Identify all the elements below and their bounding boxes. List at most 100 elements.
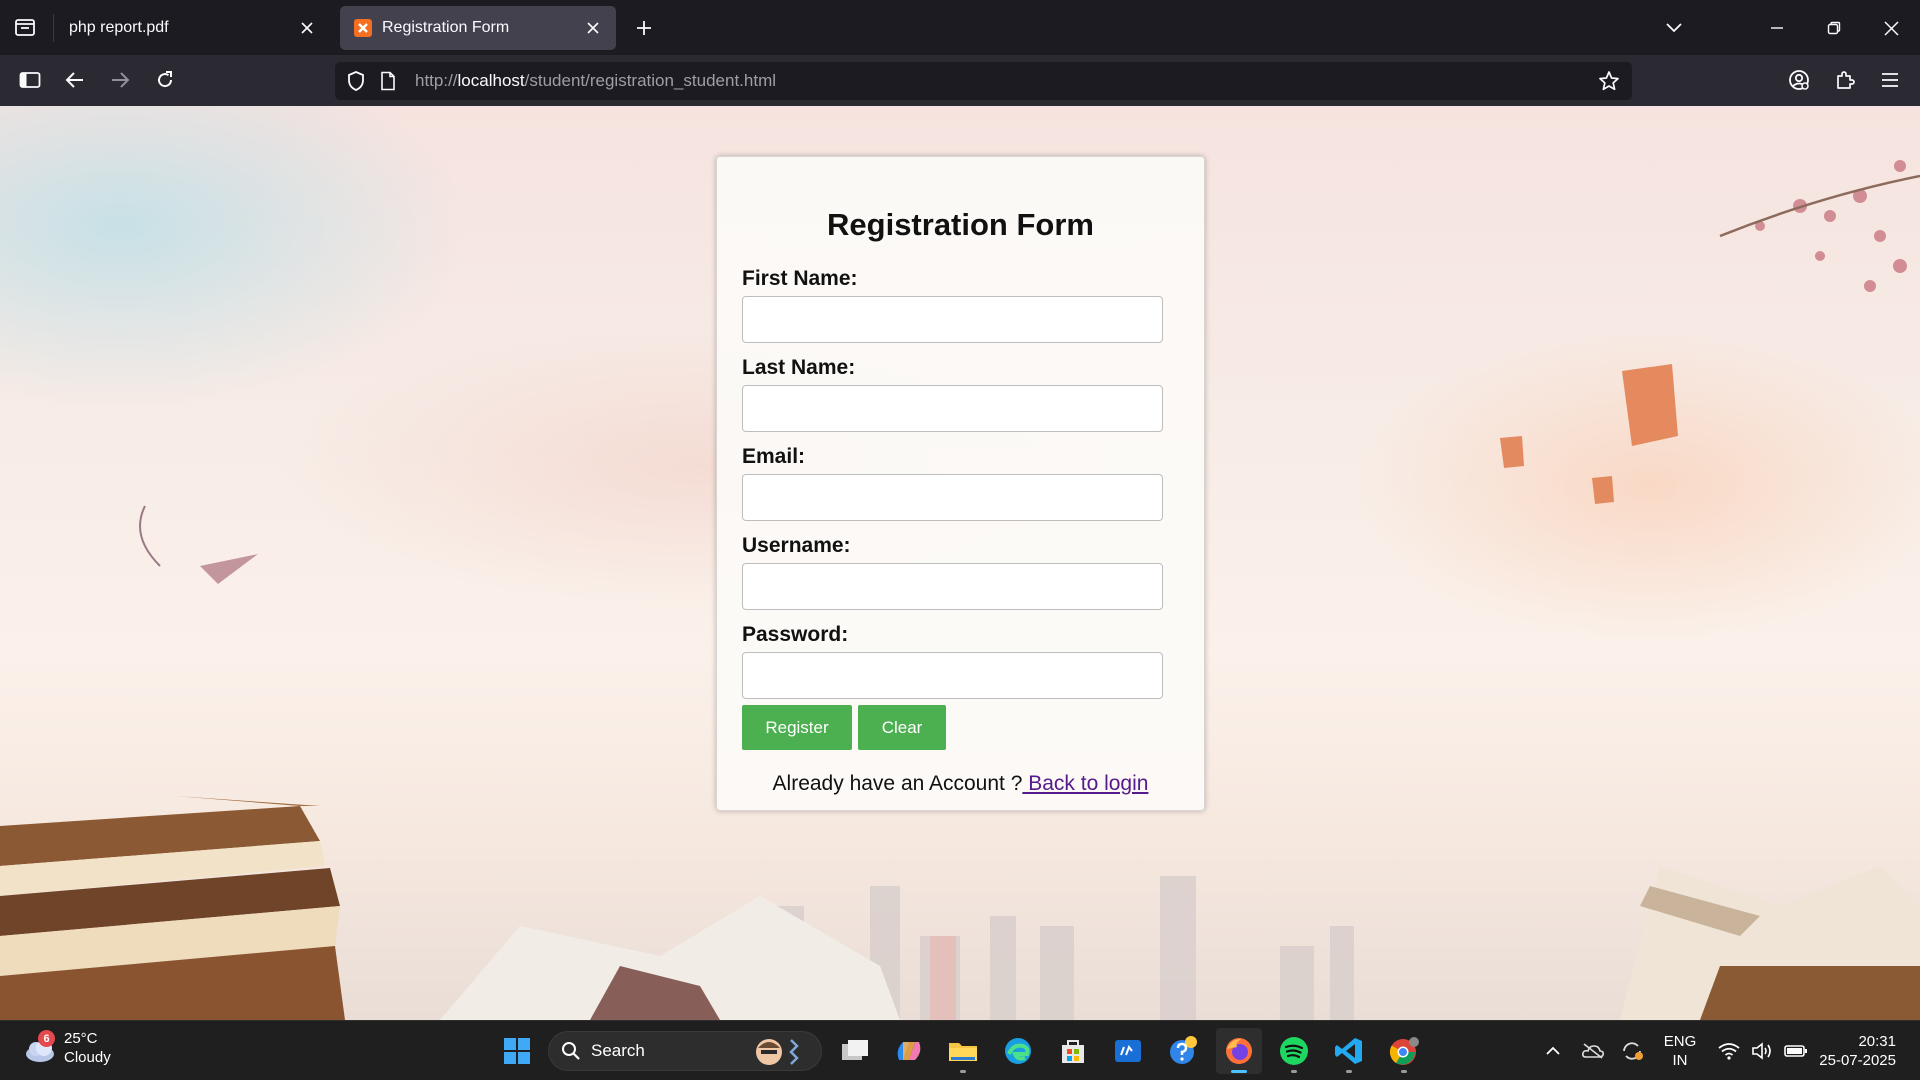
back-to-login-link[interactable]: Back to login [1022, 772, 1148, 795]
extensions-button[interactable] [1827, 62, 1863, 98]
taskbar-copilot[interactable] [886, 1028, 932, 1074]
cloud-offline-icon [1582, 1043, 1604, 1059]
back-button[interactable] [57, 62, 93, 98]
taskbar-task-view[interactable] [832, 1028, 878, 1074]
running-indicator [1401, 1070, 1407, 1073]
close-tab-button[interactable] [582, 17, 604, 39]
volume-icon [1752, 1042, 1771, 1060]
show-hidden-icons-button[interactable] [1538, 1021, 1568, 1080]
email-label: Email: [742, 445, 806, 468]
close-window-button[interactable] [1871, 8, 1911, 48]
start-button[interactable] [494, 1028, 540, 1074]
quick-settings-button[interactable] [1713, 1021, 1813, 1080]
email-input[interactable] [742, 474, 1163, 521]
registration-form-card: Registration Form First Name: Last Name:… [716, 156, 1205, 811]
taskbar-edge[interactable] [995, 1028, 1041, 1074]
hamburger-menu-icon [1882, 73, 1898, 87]
store-icon [1062, 1040, 1084, 1063]
wifi-icon [1718, 1043, 1740, 1060]
cloudy-weather-icon: 6 [22, 1030, 58, 1066]
taskbar-help[interactable] [1160, 1028, 1206, 1074]
url-text[interactable]: http://localhost/student/registration_st… [415, 71, 776, 91]
taskbar-spotify[interactable] [1271, 1028, 1317, 1074]
weather-text: 25°C Cloudy [64, 1029, 111, 1067]
clock-button[interactable]: 20:31 25-07-2025 [1812, 1021, 1912, 1080]
url-host: localhost [457, 71, 525, 90]
sidebar-icon [19, 72, 41, 88]
account-button[interactable] [1781, 62, 1817, 98]
weather-widget[interactable]: 6 25°C Cloudy [22, 1029, 111, 1067]
running-indicator [1231, 1070, 1247, 1073]
windows-taskbar: 6 25°C Cloudy Search ENG IN 20:31 25-07-… [0, 1020, 1920, 1080]
app-menu-button[interactable] [1872, 62, 1908, 98]
search-placeholder: Search [591, 1041, 645, 1060]
taskbar-microsoft-store[interactable] [1050, 1028, 1096, 1074]
reload-button[interactable] [147, 62, 183, 98]
new-tab-button[interactable] [628, 12, 660, 44]
tab-title: Registration Form [382, 19, 510, 36]
firefox-view-button[interactable] [8, 10, 42, 44]
xampp-favicon-icon [354, 19, 372, 37]
puzzle-icon [1837, 71, 1855, 89]
tab-php-report[interactable]: php report.pdf [55, 6, 330, 50]
close-icon [587, 22, 599, 34]
restore-icon [1827, 21, 1841, 35]
tracking-protection-shield-icon[interactable] [341, 66, 371, 96]
weather-condition: Cloudy [64, 1049, 111, 1066]
username-label: Username: [742, 534, 851, 557]
page-info-icon[interactable] [373, 66, 403, 96]
reload-icon [158, 71, 173, 88]
sidebar-button[interactable] [12, 62, 48, 98]
register-button[interactable]: Register [742, 705, 852, 750]
url-path: /student/registration_student.html [524, 71, 777, 90]
chevron-down-icon [1666, 23, 1682, 33]
taskbar-file-explorer[interactable] [940, 1028, 986, 1074]
arrow-right-icon [112, 72, 130, 88]
last-name-label: Last Name: [742, 356, 856, 379]
arrow-left-icon [65, 72, 83, 88]
chrome-icon [1389, 1037, 1419, 1065]
taskbar-hp-app[interactable] [1105, 1028, 1151, 1074]
clock-time: 20:31 [1858, 1033, 1896, 1050]
bookmark-button[interactable] [1594, 66, 1624, 96]
last-name-input[interactable] [742, 385, 1163, 432]
clock-date: 25-07-2025 [1819, 1052, 1896, 1069]
list-all-tabs-button[interactable] [1654, 8, 1694, 48]
page-viewport: Registration Form First Name: Last Name:… [0, 106, 1920, 1020]
taskbar-firefox[interactable] [1216, 1028, 1262, 1074]
navigation-toolbar: http://localhost/student/registration_st… [0, 55, 1920, 106]
restore-button[interactable] [1814, 8, 1854, 48]
onedrive-tray-button[interactable] [1578, 1021, 1608, 1080]
taskbar-vscode[interactable] [1326, 1028, 1372, 1074]
battery-icon [1783, 1045, 1807, 1057]
username-input[interactable] [742, 563, 1163, 610]
language-indicator[interactable]: ENG IN [1656, 1021, 1704, 1080]
tab-registration-form[interactable]: Registration Form [340, 6, 616, 50]
taskbar-chrome[interactable] [1381, 1028, 1427, 1074]
form-buttons: Register Clear [742, 705, 1162, 750]
address-bar[interactable]: http://localhost/student/registration_st… [335, 62, 1632, 100]
search-icon [562, 1042, 580, 1060]
close-icon [301, 22, 313, 34]
chevron-up-icon [1546, 1046, 1560, 1055]
tab-strip: php report.pdf Registration Form [0, 0, 1920, 55]
close-tab-button[interactable] [296, 17, 318, 39]
weather-temperature: 25°C [64, 1030, 98, 1047]
star-icon [1599, 71, 1619, 91]
plus-icon [637, 21, 651, 35]
edge-icon [1005, 1038, 1031, 1064]
task-view-icon [842, 1040, 868, 1060]
url-scheme: http:// [415, 71, 458, 90]
taskbar-search[interactable]: Search [548, 1031, 822, 1071]
clear-button[interactable]: Clear [858, 705, 946, 750]
form-title: Registration Form [827, 207, 1094, 242]
weather-alert-badge: 6 [38, 1030, 55, 1047]
first-name-input[interactable] [742, 296, 1163, 343]
running-indicator [1291, 1070, 1297, 1073]
region-code: IN [1672, 1052, 1688, 1069]
minimize-button[interactable] [1757, 8, 1797, 48]
sync-icon [1623, 1042, 1643, 1060]
password-input[interactable] [742, 652, 1163, 699]
forward-button[interactable] [102, 62, 138, 98]
sync-tray-button[interactable] [1617, 1021, 1647, 1080]
